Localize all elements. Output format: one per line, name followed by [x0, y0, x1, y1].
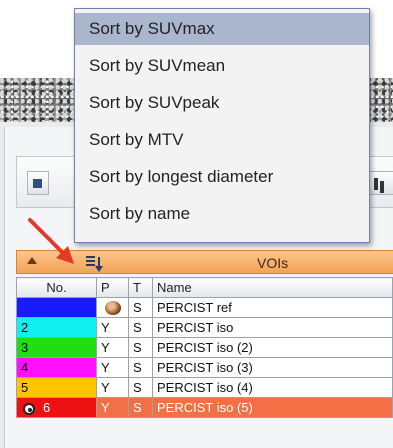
table-row[interactable]: 4 Y S PERCIST iso (3)	[16, 357, 393, 378]
voi-color-number-cell[interactable]: 1	[16, 297, 97, 318]
menu-item-sort-by-mtv[interactable]: Sort by MTV	[75, 124, 369, 156]
column-header-no[interactable]: No.	[16, 277, 97, 298]
toolbar-button-left[interactable]	[27, 171, 49, 195]
voi-name-cell[interactable]: PERCIST iso (4)	[152, 377, 393, 398]
brown-ball-icon	[105, 301, 121, 316]
voi-color-number-cell[interactable]: 6	[16, 397, 97, 418]
voi-table: No. P T Name 1 S PERCIST ref 2 Y S PERCIST iso…	[16, 277, 393, 418]
voi-p-cell: Y	[96, 337, 129, 358]
voi-number: 5	[21, 380, 29, 395]
voi-number: 1	[21, 300, 29, 315]
table-row[interactable]: 6 Y S PERCIST iso (5)	[16, 397, 393, 418]
menu-item-sort-by-name[interactable]: Sort by name	[75, 198, 369, 230]
voi-t-cell: S	[128, 337, 153, 358]
table-row[interactable]: 1 S PERCIST ref	[16, 297, 393, 318]
voi-t-cell: S	[128, 357, 153, 378]
menu-item-sort-by-suvmean[interactable]: Sort by SUVmean	[75, 50, 369, 82]
voi-p-cell: Y	[96, 377, 129, 398]
menu-item-sort-by-suvpeak[interactable]: Sort by SUVpeak	[75, 87, 369, 119]
voi-name-cell[interactable]: PERCIST iso	[152, 317, 393, 338]
voi-color-number-cell[interactable]: 5	[16, 377, 97, 398]
voi-color-number-cell[interactable]: 3	[16, 337, 97, 358]
voi-number: 6	[43, 400, 51, 415]
column-header-name[interactable]: Name	[152, 277, 393, 298]
voi-color-number-cell[interactable]: 4	[16, 357, 97, 378]
voi-p-cell	[96, 297, 129, 318]
voi-name-cell[interactable]: PERCIST iso (2)	[152, 337, 393, 358]
voi-t-cell: S	[128, 297, 153, 318]
visibility-eye-icon[interactable]	[23, 402, 35, 415]
table-row[interactable]: 3 Y S PERCIST iso (2)	[16, 337, 393, 358]
voi-p-cell: Y	[96, 357, 129, 378]
toolbar-button-right[interactable]	[367, 171, 393, 195]
voi-name-cell[interactable]: PERCIST ref	[152, 297, 393, 318]
voi-number: 3	[21, 340, 29, 355]
voi-name-cell[interactable]: PERCIST iso (5)	[152, 397, 393, 418]
app-background: VOIs No. P T Name 1 S PERCIST ref 2 Y S PERCIS…	[0, 0, 393, 448]
voi-t-cell: S	[128, 377, 153, 398]
voi-p-cell: Y	[96, 397, 129, 418]
voi-panel-title: VOIs	[257, 255, 289, 271]
column-header-p[interactable]: P	[96, 277, 129, 298]
menu-item-sort-by-suvmax[interactable]: Sort by SUVmax	[75, 13, 369, 45]
voi-t-cell: S	[128, 397, 153, 418]
column-header-t[interactable]: T	[128, 277, 153, 298]
voi-table-header-row: No. P T Name	[16, 277, 393, 298]
voi-color-number-cell[interactable]: 2	[16, 317, 97, 338]
menu-item-sort-by-longest-diameter[interactable]: Sort by longest diameter	[75, 161, 369, 193]
voi-t-cell: S	[128, 317, 153, 338]
sort-dropdown-menu: Sort by SUVmax Sort by SUVmean Sort by SUV…	[74, 8, 370, 243]
table-row[interactable]: 2 Y S PERCIST iso	[16, 317, 393, 338]
voi-name-cell[interactable]: PERCIST iso (3)	[152, 357, 393, 378]
voi-number: 2	[21, 320, 29, 335]
table-row[interactable]: 5 Y S PERCIST iso (4)	[16, 377, 393, 398]
voi-number: 4	[21, 360, 29, 375]
sort-menu-icon[interactable]	[85, 253, 107, 273]
voi-p-cell: Y	[96, 317, 129, 338]
